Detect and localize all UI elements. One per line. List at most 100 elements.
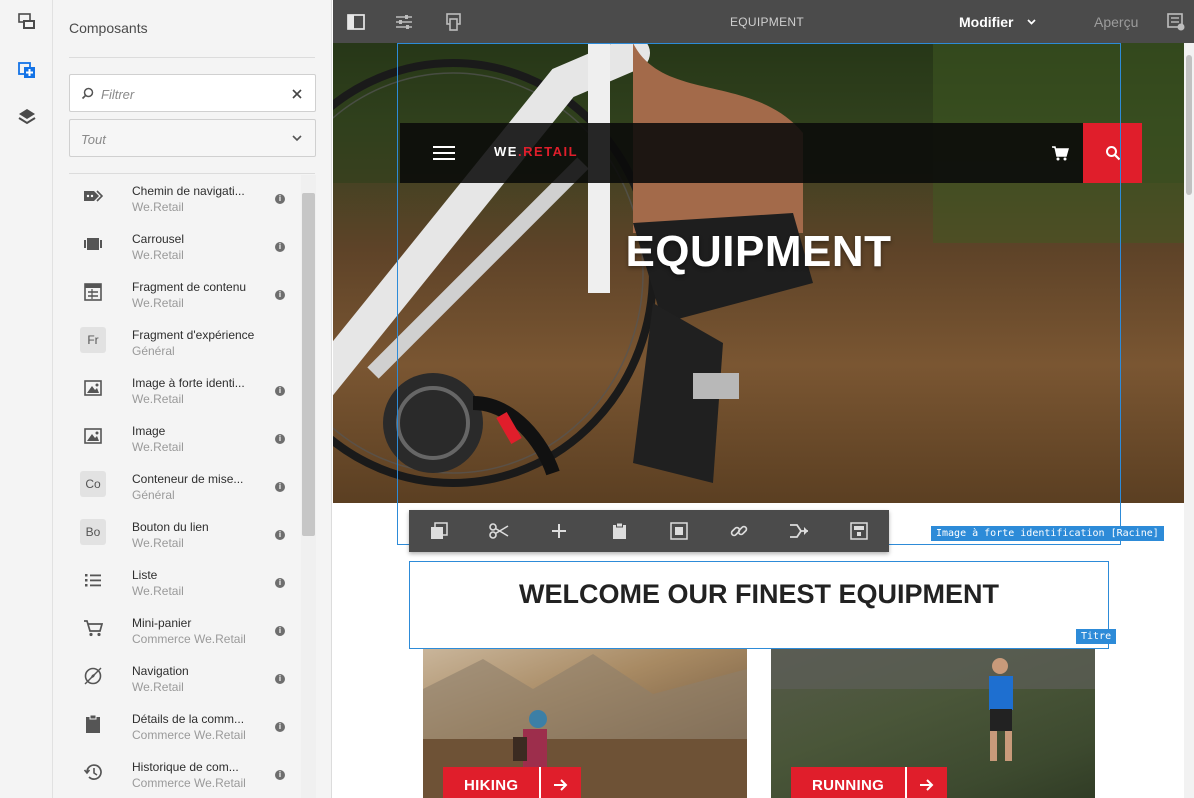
- component-group: Commerce We.Retail: [132, 632, 246, 646]
- clipboard-icon: [612, 522, 626, 539]
- component-group: Commerce We.Retail: [132, 776, 246, 790]
- running-button[interactable]: RUNNING: [791, 767, 948, 798]
- info-icon[interactable]: i: [275, 626, 285, 636]
- site-logo[interactable]: WE.RETAIL: [494, 144, 578, 159]
- component-group: We.Retail: [132, 680, 184, 694]
- layout-button[interactable]: [649, 510, 709, 552]
- component-name: Carrousel: [132, 232, 185, 246]
- page-scrollbar-thumb[interactable]: [1186, 55, 1192, 195]
- component-abbreviation: Co: [80, 471, 106, 497]
- component-name: Bouton du lien: [132, 520, 209, 534]
- component-name: Image: [132, 424, 166, 438]
- search-icon: [81, 87, 94, 100]
- link-button[interactable]: [709, 510, 769, 552]
- component-group: We.Retail: [132, 440, 184, 454]
- filter-input[interactable]: Filtrer: [69, 74, 316, 112]
- chevron-down-icon: [292, 135, 302, 142]
- component-name: Image à forte identi...: [132, 376, 245, 390]
- info-icon[interactable]: i: [275, 434, 285, 444]
- category-card-hiking[interactable]: HIKING: [423, 649, 747, 798]
- link-icon: [730, 525, 748, 537]
- logo-prefix: WE: [494, 144, 518, 159]
- mode-selector[interactable]: Modifier: [959, 0, 1037, 43]
- components-panel: Composants Filtrer Tout Chemin de naviga…: [53, 0, 332, 798]
- list-item[interactable]: Fr Fragment d'expérience Général: [69, 319, 301, 367]
- list-item[interactable]: Chemin de navigati... We.Retail i: [69, 175, 301, 223]
- divider: [69, 57, 315, 58]
- page-title: EQUIPMENT: [729, 15, 805, 29]
- page-scrollbar[interactable]: [1184, 43, 1194, 798]
- aem-page-editor: Composants Filtrer Tout Chemin de naviga…: [0, 0, 1194, 798]
- list-item[interactable]: Image We.Retail i: [69, 415, 301, 463]
- annotations-button[interactable]: [1155, 0, 1194, 43]
- component-group: Général: [132, 488, 175, 502]
- list-item[interactable]: Carrousel We.Retail i: [69, 223, 301, 271]
- component-edit-toolbar: [409, 510, 889, 552]
- emulator-button[interactable]: [432, 0, 474, 43]
- insert-button[interactable]: [529, 510, 589, 552]
- hero-title: EQUIPMENT: [625, 227, 892, 276]
- info-icon[interactable]: i: [275, 482, 285, 492]
- title-component[interactable]: WELCOME OUR FINEST EQUIPMENT: [409, 561, 1109, 649]
- info-icon[interactable]: i: [275, 770, 285, 780]
- info-icon[interactable]: i: [275, 722, 285, 732]
- page-properties-button[interactable]: [383, 0, 425, 43]
- preview-button[interactable]: Aperçu: [1094, 14, 1138, 30]
- clipboard-icon: [80, 711, 106, 737]
- hiking-button[interactable]: HIKING: [443, 767, 582, 798]
- components-tab-button[interactable]: [0, 50, 53, 90]
- component-group: Général: [132, 344, 175, 358]
- group-button[interactable]: [829, 510, 889, 552]
- toggle-side-panel-button[interactable]: [335, 0, 377, 43]
- info-icon[interactable]: i: [275, 194, 285, 204]
- component-name: Chemin de navigati...: [132, 184, 245, 198]
- info-icon[interactable]: i: [275, 386, 285, 396]
- assets-tab-button[interactable]: [0, 2, 53, 42]
- info-icon[interactable]: i: [275, 290, 285, 300]
- cut-button[interactable]: [469, 510, 529, 552]
- copy-icon: [431, 522, 448, 539]
- info-icon[interactable]: i: [275, 242, 285, 252]
- list-item[interactable]: Image à forte identi... We.Retail i: [69, 367, 301, 415]
- list-item[interactable]: Co Conteneur de mise... Général i: [69, 463, 301, 511]
- content-tree-tab-button[interactable]: [0, 97, 53, 137]
- side-panel-icon: [347, 13, 365, 30]
- component-label-tag: Titre: [1076, 629, 1117, 644]
- panel-title: Composants: [69, 20, 148, 36]
- group-select[interactable]: Tout: [69, 119, 316, 157]
- component-name: Mini-panier: [132, 616, 192, 630]
- editor-toolbar: EQUIPMENT Modifier Aperçu: [333, 0, 1194, 43]
- carousel-icon: [80, 231, 106, 257]
- mode-label: Modifier: [959, 13, 1014, 30]
- list-item[interactable]: Historique de com... Commerce We.Retail …: [69, 751, 301, 798]
- info-icon[interactable]: i: [275, 578, 285, 588]
- list-item[interactable]: Détails de la comm... Commerce We.Retail…: [69, 703, 301, 751]
- component-group: We.Retail: [132, 392, 184, 406]
- list-scrollbar-thumb[interactable]: [302, 193, 315, 536]
- scissors-icon: [489, 523, 509, 539]
- list-item[interactable]: Fragment de contenu We.Retail i: [69, 271, 301, 319]
- parent-button[interactable]: [769, 510, 829, 552]
- layout-icon: [670, 522, 688, 540]
- hamburger-menu-icon[interactable]: [433, 146, 455, 160]
- info-icon[interactable]: i: [275, 530, 285, 540]
- card-label: RUNNING: [812, 776, 885, 794]
- hero-image[interactable]: WE.RETAIL EQUIPMENT: [333, 43, 1184, 503]
- cart-icon[interactable]: [1051, 144, 1069, 162]
- clear-icon[interactable]: [292, 89, 302, 99]
- annotation-icon: [1167, 12, 1185, 30]
- logo-suffix: RETAIL: [523, 144, 579, 159]
- info-icon[interactable]: i: [275, 674, 285, 684]
- category-card-running[interactable]: RUNNING: [771, 649, 1095, 798]
- list-item[interactable]: Navigation We.Retail i: [69, 655, 301, 703]
- plus-icon: [552, 524, 566, 538]
- list-item[interactable]: Mini-panier Commerce We.Retail i: [69, 607, 301, 655]
- component-group: We.Retail: [132, 536, 184, 550]
- group-icon: [850, 522, 868, 540]
- list-item[interactable]: Bo Bouton du lien We.Retail i: [69, 511, 301, 559]
- paste-button[interactable]: [589, 510, 649, 552]
- site-search-button[interactable]: [1083, 123, 1142, 183]
- copy-button[interactable]: [409, 510, 469, 552]
- devices-icon: [446, 12, 461, 31]
- list-item[interactable]: Liste We.Retail i: [69, 559, 301, 607]
